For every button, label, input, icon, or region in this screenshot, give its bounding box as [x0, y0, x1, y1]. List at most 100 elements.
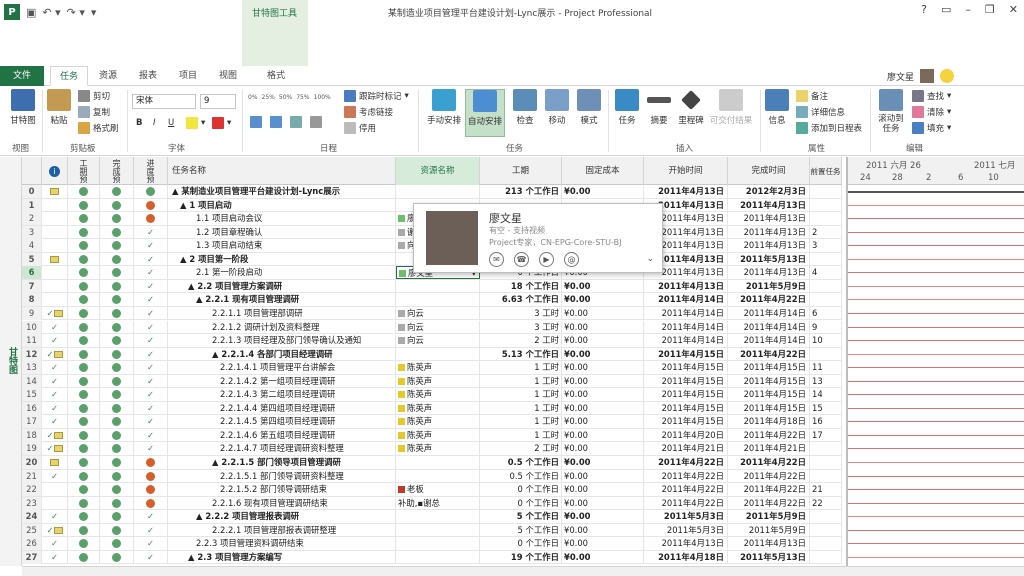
start-date-cell[interactable]: 2011年4月22日	[644, 469, 728, 483]
task-name-cell[interactable]: 2.2.1.4.3 第二组项目经理调研	[168, 388, 396, 402]
row-id[interactable]: 21	[22, 469, 42, 483]
row-id[interactable]: 7	[22, 279, 42, 293]
predecessors-cell[interactable]	[810, 442, 842, 456]
progress-column-header[interactable]: 进度预	[134, 157, 168, 185]
duration-cell[interactable]: 1 工时	[480, 428, 562, 442]
task-row[interactable]: 13 ✓ ✓ 2.2.1.4.1 项目管理平台讲解会 陈英声 1 工时 ¥0.00 2011年…	[22, 361, 842, 375]
fixed-cost-column-header[interactable]: 固定成本	[562, 157, 644, 185]
row-id[interactable]: 14	[22, 374, 42, 388]
task-name-cell[interactable]: 2.2.1.6 现有项目管理调研结束	[168, 496, 396, 510]
percent-complete-buttons[interactable]: 0% 25% 50% 75% 100%	[248, 94, 331, 101]
duration-cell[interactable]: 5 个工作日	[480, 523, 562, 537]
indent-icon[interactable]	[250, 116, 262, 128]
cut-button[interactable]: 剪切	[78, 90, 110, 102]
note-icon[interactable]	[53, 309, 63, 317]
video-icon[interactable]: ▶	[539, 252, 554, 267]
tab-view[interactable]: 视图	[210, 66, 246, 86]
fixed-cost-cell[interactable]: ¥0.00	[562, 374, 644, 388]
predecessors-cell[interactable]: 15	[810, 401, 842, 415]
start-date-cell[interactable]: 2011年4月15日	[644, 401, 728, 415]
start-date-cell[interactable]: 2011年4月14日	[644, 293, 728, 307]
duration-cell[interactable]: 0.5 个工作日	[480, 469, 562, 483]
finish-date-cell[interactable]: 2011年4月13日	[728, 198, 810, 212]
start-date-cell[interactable]: 2011年4月21日	[644, 442, 728, 456]
task-name-cell[interactable]: ▲ 2.2 项目管理方案调研	[168, 279, 396, 293]
task-name-cell[interactable]: ▲ 2.2.2 项目管理报表调研	[168, 510, 396, 524]
paste-button[interactable]: 粘贴	[46, 89, 72, 126]
start-date-cell[interactable]: 2011年4月15日	[644, 361, 728, 375]
resource-name-cell[interactable]	[396, 347, 480, 361]
customize-qat-icon[interactable]: ▾	[91, 6, 97, 19]
duration-cell[interactable]: 19 个工作日	[480, 550, 562, 564]
predecessors-cell[interactable]: 22	[810, 496, 842, 510]
fixed-cost-cell[interactable]: ¥0.00	[562, 185, 644, 198]
duration-cell[interactable]: 3 工时	[480, 320, 562, 334]
task-name-cell[interactable]: ▲ 2 项目第一阶段	[168, 252, 396, 266]
task-row[interactable]: 12 ✓ ✓ ▲ 2.2.1.4 各部门项目经理调研 5.13 个工作日 ¥0.00 201…	[22, 347, 842, 362]
predecessors-cell[interactable]: 13	[810, 374, 842, 388]
bold-button[interactable]: B	[136, 118, 142, 128]
manual-schedule-button[interactable]: 手动安排	[424, 89, 464, 126]
finish-date-cell[interactable]: 2011年4月22日	[728, 469, 810, 483]
predecessors-cell[interactable]: 14	[810, 388, 842, 402]
predecessors-cell[interactable]: 4	[810, 266, 842, 280]
add-to-timeline-button[interactable]: 添加到日程表	[796, 122, 862, 134]
fixed-cost-cell[interactable]: ¥0.00	[562, 306, 644, 320]
auto-schedule-button[interactable]: 自动安排	[465, 89, 505, 137]
start-date-cell[interactable]: 2011年4月14日	[644, 306, 728, 320]
tab-format[interactable]: 格式	[254, 66, 298, 86]
finish-column-header[interactable]: 完成时间	[728, 157, 810, 185]
finish-date-cell[interactable]: 2011年5月9日	[728, 279, 810, 293]
task-name-cell[interactable]: 2.2.1.4.7 项目经理调研资料整理	[168, 442, 396, 456]
task-row[interactable]: 10 ✓ ✓ 2.2.1.2 调研计划及资料整理 向云 3 工时 ¥0.00 2011年4月1…	[22, 320, 842, 334]
fixed-cost-cell[interactable]: ¥0.00	[562, 293, 644, 307]
row-id[interactable]: 26	[22, 537, 42, 551]
resource-name-cell[interactable]	[396, 469, 480, 483]
predecessors-cell[interactable]	[810, 293, 842, 307]
task-name-cell[interactable]: 2.2.1.1 项目管理部调研	[168, 306, 396, 320]
predecessors-cell[interactable]	[810, 523, 842, 537]
predecessors-cell[interactable]	[810, 198, 842, 212]
task-row[interactable]: 22 2.2.1.5.2 部门领导调研结束 老板 0 个工作日 ¥0.00 2011年4月…	[22, 483, 842, 497]
deliverable-button[interactable]: 可交付结果	[708, 89, 754, 126]
resource-name-cell[interactable]	[396, 456, 480, 469]
finish-date-cell[interactable]: 2011年5月9日	[728, 523, 810, 537]
task-row[interactable]: 16 ✓ ✓ 2.2.1.4.4 第四组项目经理调研 陈英声 1 工时 ¥0.00 2011年…	[22, 401, 842, 416]
finish-date-cell[interactable]: 2011年4月21日	[728, 442, 810, 456]
mode-button[interactable]: 模式	[576, 89, 602, 126]
message-icon[interactable]: ✉	[489, 252, 504, 267]
task-row[interactable]: 24 ✓ ✓ ▲ 2.2.2 项目管理报表调研 5 个工作日 ¥0.00 2011年5月3日…	[22, 510, 842, 524]
predecessors-column-header[interactable]: 前置任务	[810, 157, 842, 185]
duration-cell[interactable]: 1 工时	[480, 361, 562, 375]
resource-name-column-header[interactable]: 资源名称	[396, 157, 480, 185]
tab-report[interactable]: 报表	[130, 66, 166, 86]
redo-icon[interactable]: ↷ ▾	[67, 6, 85, 19]
duration-cell[interactable]: 0 个工作日	[480, 483, 562, 497]
task-name-cell[interactable]: 2.2.1.4.5 第四组项目经理调研	[168, 415, 396, 429]
task-row[interactable]: 9 ✓ ✓ 2.2.1.1 项目管理部调研 向云 3 工时 ¥0.00 2011年4月14日 2…	[22, 306, 842, 321]
task-row[interactable]: 20 ▲ 2.2.1.5 部门领导项目管理调研 0.5 个工作日 ¥0.00 2011年…	[22, 456, 842, 470]
task-name-cell[interactable]: 2.2.1.4.1 项目管理平台讲解会	[168, 361, 396, 375]
email-icon[interactable]: @	[564, 252, 579, 267]
row-id[interactable]: 25	[22, 523, 42, 537]
finish-date-cell[interactable]: 2011年4月22日	[728, 293, 810, 307]
start-date-cell[interactable]: 2011年4月22日	[644, 496, 728, 510]
finish-date-cell[interactable]: 2011年4月13日	[728, 239, 810, 253]
duration-cell[interactable]: 1 工时	[480, 415, 562, 429]
tab-project[interactable]: 项目	[170, 66, 206, 86]
resource-name-cell[interactable]	[396, 185, 480, 198]
mark-on-track-button[interactable]: 跟踪时标记 ▾	[344, 90, 409, 102]
duration-cell[interactable]: 2 工时	[480, 442, 562, 456]
italic-button[interactable]: I	[153, 118, 156, 128]
predecessors-cell[interactable]	[810, 456, 842, 469]
task-name-cell[interactable]: ▲ 2.3 项目管理方案编写	[168, 550, 396, 564]
duration-cell[interactable]: 0 个工作日	[480, 537, 562, 551]
finish-date-cell[interactable]: 2011年4月18日	[728, 415, 810, 429]
duration-cell[interactable]: 1 工时	[480, 401, 562, 415]
phone-icon[interactable]: ☎	[514, 252, 529, 267]
font-color-button[interactable]: ▾	[212, 117, 231, 129]
duration-cell[interactable]: 2 工时	[480, 334, 562, 348]
tab-task[interactable]: 任务	[50, 66, 88, 86]
note-icon[interactable]	[50, 188, 59, 195]
resource-name-cell[interactable]: 向云	[396, 334, 480, 348]
